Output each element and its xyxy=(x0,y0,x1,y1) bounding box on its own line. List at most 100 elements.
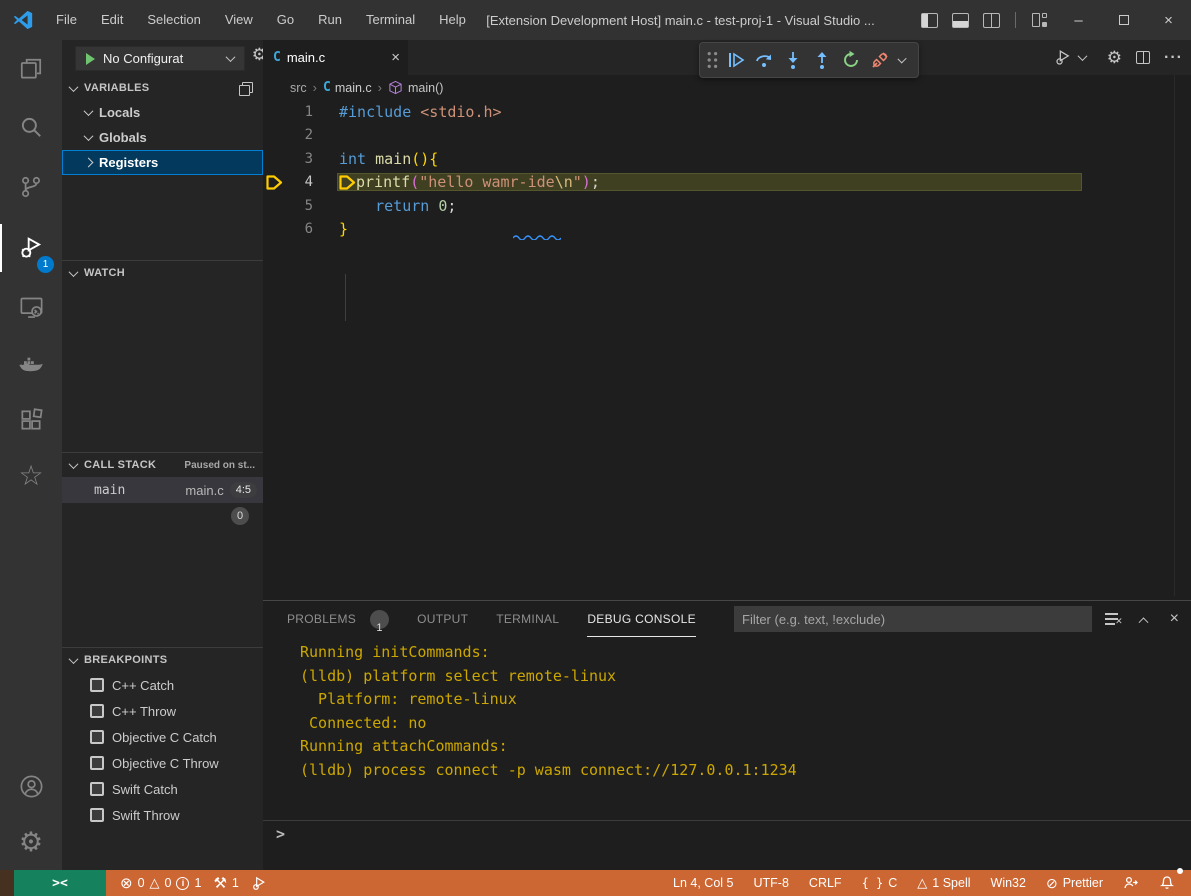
encoding-indicator[interactable]: UTF-8 xyxy=(748,870,795,896)
debug-console-status-button[interactable] xyxy=(245,870,274,896)
toolchain-status[interactable]: ⚒ 1 xyxy=(207,870,244,896)
launch-settings-gear-icon[interactable]: ⚙ xyxy=(252,45,263,65)
accounts-button[interactable] xyxy=(0,758,62,814)
customize-layout-icon[interactable] xyxy=(1032,13,1048,28)
remote-indicator[interactable]: >< xyxy=(14,870,106,896)
variables-item-globals[interactable]: Globals xyxy=(62,125,263,150)
run-or-debug-button[interactable] xyxy=(1054,48,1093,67)
console-filter-input[interactable] xyxy=(734,606,1092,632)
breakpoint-checkbox[interactable] xyxy=(90,756,104,770)
sidebar-item-remote-explorer[interactable] xyxy=(0,278,62,336)
breakpoint-checkbox[interactable] xyxy=(90,808,104,822)
code-line[interactable]: 4 printf("hello wamr-ide\n"); xyxy=(263,171,1191,195)
platform-status[interactable]: Win32 xyxy=(985,870,1032,896)
breakpoint-row[interactable]: Swift Catch xyxy=(62,776,263,802)
feedback-button[interactable] xyxy=(1117,870,1145,896)
clear-console-icon[interactable]: ✕ xyxy=(1105,613,1121,625)
editor-scrollbar[interactable] xyxy=(1174,75,1175,596)
toolbar-grip-icon[interactable] xyxy=(706,50,719,70)
tab-terminal[interactable]: TERMINAL xyxy=(496,601,559,637)
manage-button[interactable]: ⚙ xyxy=(0,814,62,870)
tab-close-icon[interactable]: × xyxy=(391,49,400,66)
menu-file[interactable]: File xyxy=(44,0,89,40)
step-out-button[interactable] xyxy=(810,47,834,73)
tab-debug-console[interactable]: DEBUG CONSOLE xyxy=(587,601,696,637)
maximize-button[interactable] xyxy=(1101,0,1146,40)
stack-frame-row[interactable]: main main.c 4:5 xyxy=(62,477,263,503)
minimize-button[interactable]: – xyxy=(1056,0,1101,40)
code-editor[interactable]: 1#include <stdio.h>23int main(){ 4 print… xyxy=(263,100,1191,600)
breakpoint-row[interactable]: C++ Catch xyxy=(62,672,263,698)
breakpoint-margin[interactable] xyxy=(263,100,287,124)
breakpoint-row[interactable]: Objective C Catch xyxy=(62,724,263,750)
breakpoint-checkbox[interactable] xyxy=(90,782,104,796)
menu-go[interactable]: Go xyxy=(265,0,306,40)
close-panel-icon[interactable]: × xyxy=(1170,610,1179,628)
breakpoint-margin[interactable] xyxy=(263,147,287,171)
breadcrumbs[interactable]: src › C main.c › main() xyxy=(263,75,1191,100)
breakpoint-row[interactable]: C++ Throw xyxy=(62,698,263,724)
step-over-button[interactable] xyxy=(753,47,777,73)
restart-button[interactable] xyxy=(839,47,863,73)
debug-toolbar-dropdown-icon[interactable] xyxy=(897,54,907,64)
code-line[interactable]: 6} xyxy=(263,218,1191,242)
copy-icon[interactable] xyxy=(239,82,251,94)
menu-selection[interactable]: Selection xyxy=(135,0,212,40)
toggle-panel-icon[interactable] xyxy=(952,13,969,28)
sidebar-item-docker[interactable] xyxy=(0,336,62,392)
code-line[interactable]: 2 xyxy=(263,124,1191,148)
editor-gear-icon[interactable]: ⚙ xyxy=(1107,48,1122,68)
sidebar-item-star[interactable]: ☆ xyxy=(0,448,62,504)
debug-config-dropdown[interactable]: No Configurat xyxy=(75,46,245,71)
breakpoint-row[interactable]: Swift Throw xyxy=(62,802,263,828)
breakpoint-margin[interactable] xyxy=(263,194,287,218)
continue-button[interactable] xyxy=(724,47,748,73)
spell-checker-status[interactable]: △ 1 Spell xyxy=(911,870,976,896)
language-mode[interactable]: { } C xyxy=(856,870,904,896)
breakpoint-checkbox[interactable] xyxy=(90,730,104,744)
eol-indicator[interactable]: CRLF xyxy=(803,870,848,896)
toggle-sidebar-icon[interactable] xyxy=(921,13,938,28)
call-stack-section-header[interactable]: CALL STACK Paused on st... xyxy=(62,453,263,477)
breadcrumb-symbol[interactable]: main() xyxy=(408,81,443,95)
breakpoint-margin[interactable] xyxy=(263,218,287,242)
menu-terminal[interactable]: Terminal xyxy=(354,0,427,40)
menu-edit[interactable]: Edit xyxy=(89,0,135,40)
cursor-position[interactable]: Ln 4, Col 5 xyxy=(667,870,739,896)
debug-console-input-row[interactable]: > xyxy=(263,820,1191,846)
breakpoints-section-header[interactable]: BREAKPOINTS xyxy=(62,648,263,672)
watch-section-header[interactable]: WATCH xyxy=(62,261,263,285)
debug-console-output[interactable]: Running initCommands:(lldb) platform sel… xyxy=(300,641,1181,818)
variables-item-locals[interactable]: Locals xyxy=(62,100,263,125)
sidebar-item-search[interactable] xyxy=(0,98,62,156)
tab-output[interactable]: OUTPUT xyxy=(417,601,468,637)
tab-main-c[interactable]: C main.c × xyxy=(263,40,408,75)
notifications-button[interactable] xyxy=(1153,870,1181,896)
code-line[interactable]: 1#include <stdio.h> xyxy=(263,100,1191,124)
breakpoint-checkbox[interactable] xyxy=(90,678,104,692)
variables-section-header[interactable]: VARIABLES xyxy=(62,76,263,100)
breakpoint-margin[interactable] xyxy=(263,171,287,195)
code-line[interactable]: 3int main(){ xyxy=(263,147,1191,171)
sidebar-item-explorer[interactable] xyxy=(0,40,62,98)
sidebar-item-run-and-debug[interactable]: 1 xyxy=(0,218,62,278)
code-line[interactable]: 5 return 0; xyxy=(263,194,1191,218)
prettier-status[interactable]: ⊘ Prettier xyxy=(1040,870,1109,896)
step-into-button[interactable] xyxy=(781,47,805,73)
more-actions-icon[interactable]: ··· xyxy=(1164,49,1183,67)
close-window-button[interactable]: × xyxy=(1146,0,1191,40)
toggle-secondary-sidebar-icon[interactable] xyxy=(983,13,1000,28)
menu-run[interactable]: Run xyxy=(306,0,354,40)
problems-status[interactable]: ⊗ 0 △ 0 i 1 xyxy=(114,870,207,896)
thread-row[interactable]: 0 xyxy=(62,503,263,529)
variables-item-registers[interactable]: Registers xyxy=(62,150,263,175)
sidebar-item-source-control[interactable] xyxy=(0,156,62,218)
tab-problems[interactable]: PROBLEMS 1 xyxy=(287,601,389,637)
breakpoint-margin[interactable] xyxy=(263,124,287,148)
maximize-panel-icon[interactable] xyxy=(1138,617,1148,627)
breakpoint-row[interactable]: Objective C Throw xyxy=(62,750,263,776)
breakpoint-checkbox[interactable] xyxy=(90,704,104,718)
menu-view[interactable]: View xyxy=(213,0,265,40)
breadcrumb-file[interactable]: main.c xyxy=(335,81,372,95)
split-editor-icon[interactable] xyxy=(1136,51,1150,64)
